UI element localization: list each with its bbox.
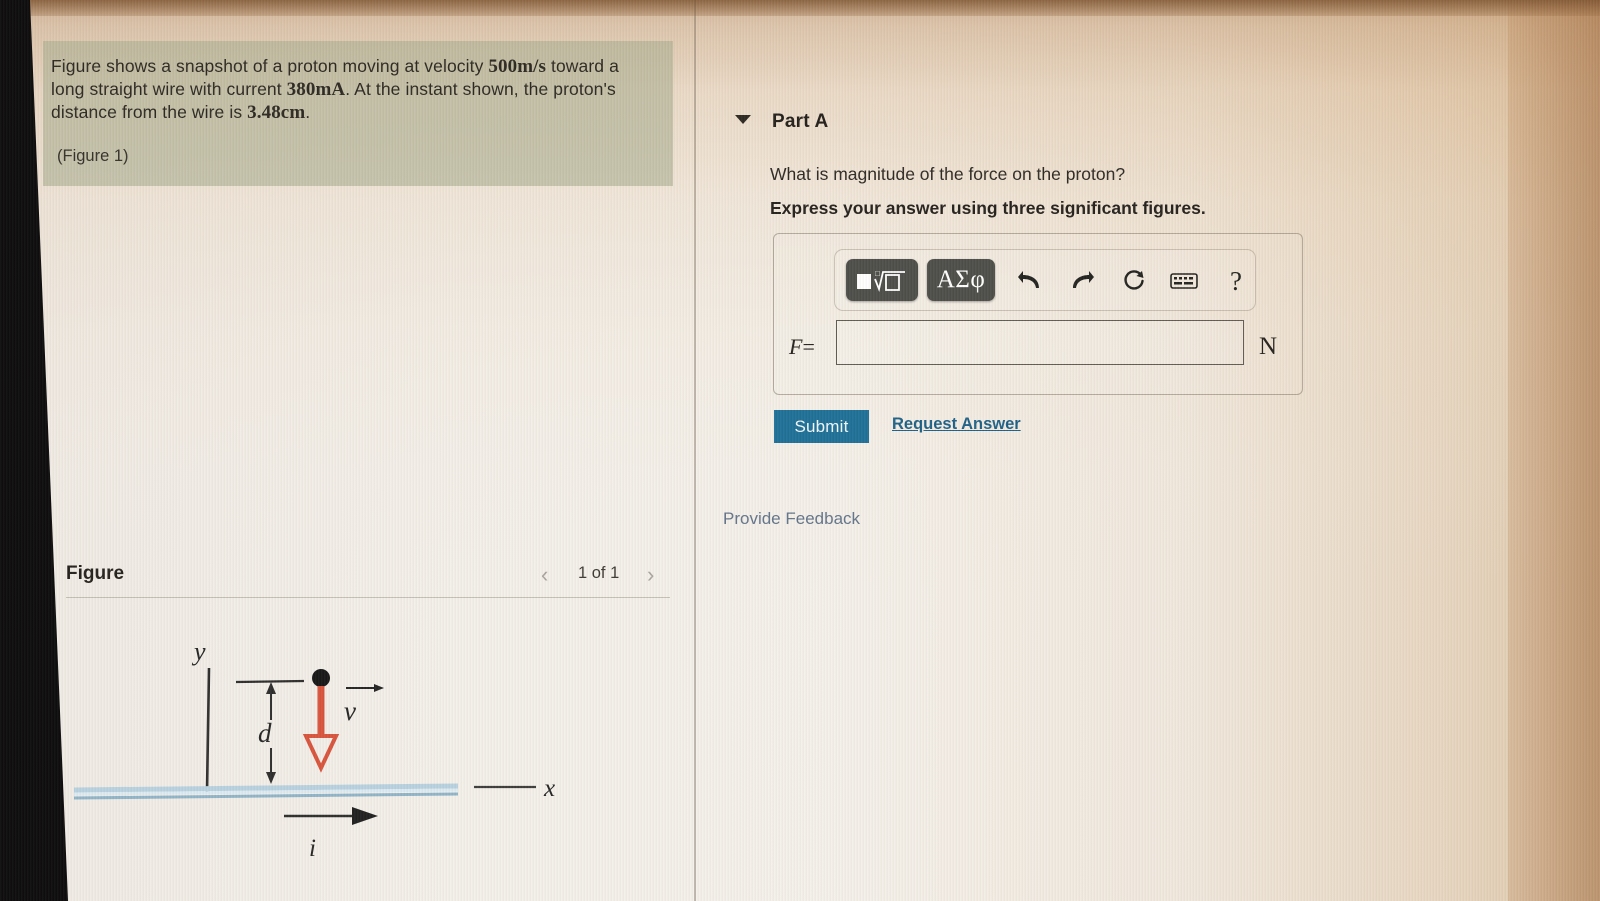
figure-next-icon[interactable]: ›: [647, 562, 654, 588]
problem-statement: Figure shows a snapshot of a proton movi…: [51, 55, 651, 124]
answer-field-equals: =: [802, 334, 815, 359]
undo-arrow-glyph: [1018, 271, 1039, 288]
provide-feedback-link[interactable]: Provide Feedback: [723, 509, 860, 529]
velocity-arrow-head: [302, 734, 340, 773]
current-arrow-head: [352, 807, 378, 825]
proton-dot: [312, 669, 330, 687]
figure-divider: [66, 597, 670, 598]
distance-top-tick: [235, 679, 305, 684]
figure-reference-link[interactable]: (Figure 1): [57, 147, 129, 166]
velocity-label: v: [344, 696, 356, 726]
part-a-title: Part A: [772, 111, 829, 132]
answer-input[interactable]: [836, 320, 1244, 365]
answer-unit-label: N: [1259, 333, 1278, 360]
distance-arrow-down-head: [266, 772, 276, 784]
problem-current-value: 380mA: [286, 79, 346, 100]
math-template-icon: □: [857, 269, 905, 292]
current-label: i: [309, 835, 316, 862]
answer-toolbar: □ ΑΣφ ?: [834, 249, 1256, 311]
reset-circular-arrow-glyph: [1124, 270, 1144, 290]
screen-top-edge: [0, 0, 1600, 16]
triangle-down-icon[interactable]: [735, 115, 751, 124]
figure-prev-icon[interactable]: ‹: [541, 562, 548, 588]
redo-arrow-glyph: [1073, 271, 1094, 288]
problem-velocity-value: 500m/s: [488, 56, 547, 77]
physics-diagram: y x d v i: [66, 608, 676, 888]
page-content: Figure shows a snapshot of a proton movi…: [0, 0, 1600, 901]
physics-diagram-svg: y x d v i: [73, 637, 555, 862]
request-answer-link[interactable]: Request Answer: [892, 415, 1021, 434]
keyboard-icon[interactable]: [1167, 264, 1201, 298]
part-a-instruction: Express your answer using three signific…: [770, 198, 1206, 218]
problem-text-part-1: Figure shows a snapshot of a proton movi…: [51, 56, 489, 76]
distance-label: d: [258, 718, 272, 748]
figure-panel-title: Figure: [66, 563, 125, 584]
help-icon[interactable]: ?: [1219, 264, 1253, 298]
screenshot-stage: Figure shows a snapshot of a proton movi…: [0, 0, 1600, 901]
svg-text:□: □: [875, 269, 880, 278]
greek-symbols-button[interactable]: ΑΣφ: [927, 259, 995, 301]
distance-arrow-up-head: [266, 682, 276, 694]
part-a-question: What is magnitude of the force on the pr…: [770, 164, 1126, 184]
velocity-vector-bar-head: [374, 684, 384, 692]
submit-button[interactable]: Submit: [774, 410, 869, 443]
answer-field-symbol: F: [789, 334, 803, 359]
answer-panel: □ ΑΣφ ? F=: [773, 233, 1303, 395]
problem-distance-value: 3.48cm: [247, 102, 306, 123]
redo-icon[interactable]: [1065, 264, 1099, 298]
keyboard-glyph: [1170, 273, 1198, 289]
y-axis-line: [205, 667, 211, 794]
figure-counter: 1 of 1: [578, 564, 620, 582]
math-template-button[interactable]: □: [846, 259, 918, 301]
reset-icon[interactable]: [1117, 264, 1151, 298]
right-wall-shadow: [1508, 0, 1600, 901]
x-axis-label: x: [543, 775, 555, 802]
problem-text-part-4: .: [305, 102, 311, 122]
y-axis-label: y: [191, 637, 206, 666]
undo-icon[interactable]: [1013, 264, 1047, 298]
answer-field-label: F=: [789, 334, 815, 360]
